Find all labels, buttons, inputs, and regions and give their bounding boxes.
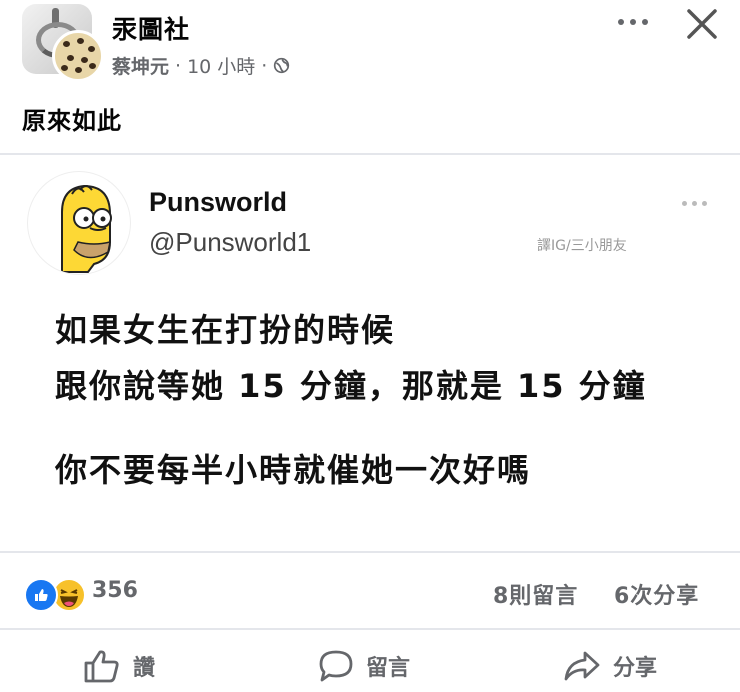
close-icon[interactable] bbox=[684, 6, 720, 42]
embed-account-name: Punsworld bbox=[149, 187, 288, 217]
embed-more-dots-icon bbox=[680, 198, 714, 210]
globe-icon bbox=[274, 57, 290, 74]
meta-separator: · bbox=[175, 54, 182, 77]
meme-line-3: 你不要每半小時就催她一次好嗎 bbox=[55, 451, 532, 489]
comment-button-label: 留言 bbox=[366, 656, 411, 681]
post-text: 原來如此 bbox=[22, 107, 122, 135]
like-button[interactable]: 讚 bbox=[83, 646, 155, 686]
meme-line-2: 跟你說等她 15 分鐘，那就是 15 分鐘 bbox=[55, 367, 647, 405]
author-avatar[interactable] bbox=[52, 30, 104, 82]
comment-count[interactable]: 8則留言 bbox=[493, 578, 578, 610]
reaction-count[interactable]: 356 bbox=[92, 578, 138, 603]
embed-account-handle: @Punsworld1 bbox=[149, 227, 312, 257]
more-dots-icon[interactable] bbox=[614, 10, 654, 34]
share-count[interactable]: 6次分享 bbox=[614, 578, 699, 610]
translation-credit: 譯IG/三小朋友 bbox=[537, 238, 627, 254]
homer-avatar bbox=[28, 172, 130, 274]
share-button[interactable]: 分享 bbox=[563, 646, 657, 686]
thumbs-up-icon bbox=[84, 650, 119, 683]
meta-separator-2: · bbox=[261, 54, 268, 77]
comment-button[interactable]: 留言 bbox=[318, 646, 410, 686]
post-time[interactable]: 10 小時 bbox=[187, 52, 255, 79]
homer-graphic bbox=[61, 184, 112, 273]
post-meta: 蔡坤元 · 10 小時 · bbox=[112, 52, 290, 79]
comment-bubble-icon bbox=[319, 650, 353, 682]
like-reaction-icon[interactable] bbox=[24, 578, 58, 612]
group-name[interactable]: 汞圖社 bbox=[112, 10, 190, 46]
divider-image-bottom bbox=[0, 551, 740, 553]
author-name[interactable]: 蔡坤元 bbox=[112, 52, 169, 79]
like-button-label: 讚 bbox=[133, 656, 156, 681]
divider-actions bbox=[0, 628, 740, 630]
share-button-label: 分享 bbox=[613, 656, 658, 681]
share-arrow-icon bbox=[564, 651, 600, 681]
meme-line-1: 如果女生在打扮的時候 bbox=[55, 311, 396, 349]
